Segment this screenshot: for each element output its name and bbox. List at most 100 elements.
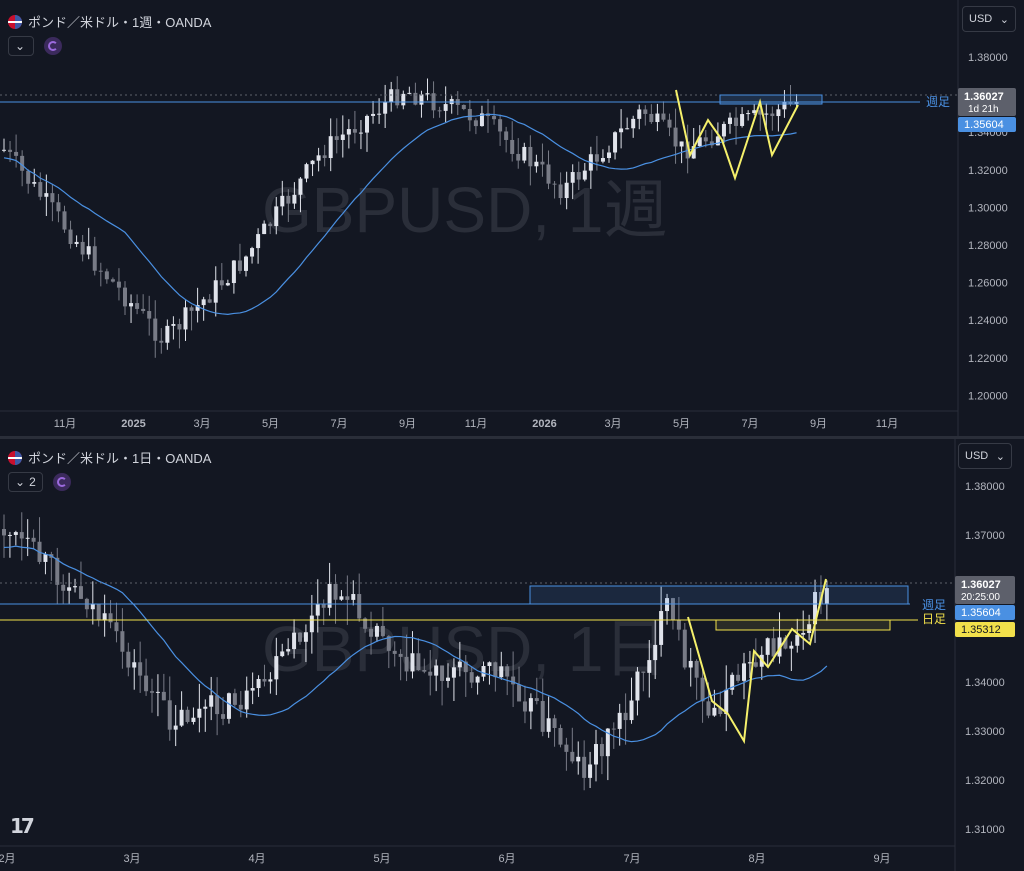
- candle-body: [667, 119, 672, 128]
- sync-icon[interactable]: [44, 37, 62, 55]
- weekly-chart-canvas[interactable]: GBPUSD, 1週1.380001.360001.340001.320001.…: [0, 0, 1024, 436]
- time-tick-label: 11月: [876, 418, 898, 430]
- candle-body: [197, 708, 202, 718]
- chevron-down-icon: ⌄: [15, 39, 26, 53]
- candle-body: [61, 584, 66, 591]
- candle-body: [292, 632, 297, 650]
- candle-body: [8, 149, 13, 152]
- time-tick-label: 8月: [748, 853, 765, 865]
- candle-body: [552, 183, 557, 185]
- candle-body: [129, 303, 134, 307]
- candle-body: [286, 195, 291, 204]
- candle-body: [237, 260, 242, 271]
- candle-body: [316, 155, 321, 161]
- price-tick-label: 1.31000: [965, 824, 1005, 836]
- daily-chart-panel[interactable]: GBPUSD, 1日1.380001.370001.360001.350001.…: [0, 439, 1024, 871]
- tradingview-logo-icon[interactable]: 17: [10, 814, 35, 838]
- candle-body: [328, 136, 333, 159]
- time-tick-label: 3月: [193, 418, 210, 430]
- candle-body: [576, 172, 581, 180]
- weekly-line-label: 週足: [926, 95, 950, 109]
- candle-body: [635, 671, 640, 701]
- candle-body: [764, 113, 769, 115]
- candle-body: [522, 146, 527, 161]
- candle-body: [504, 131, 509, 140]
- candle-body: [582, 170, 587, 180]
- candle-body: [2, 149, 6, 151]
- candle-body: [132, 662, 137, 668]
- candle-body: [740, 114, 745, 126]
- candle-body: [511, 676, 516, 685]
- candle-body: [770, 113, 775, 117]
- currency-selector[interactable]: USD ⌄: [962, 6, 1016, 32]
- candle-body: [623, 712, 628, 721]
- candle-body: [26, 170, 31, 184]
- candle-body: [422, 670, 427, 672]
- candle-body: [262, 678, 267, 682]
- candle-body: [14, 151, 19, 156]
- candle-body: [546, 718, 551, 732]
- candle-body: [389, 89, 394, 103]
- currency-selector[interactable]: USD ⌄: [958, 443, 1012, 469]
- sync-icon[interactable]: [52, 473, 71, 491]
- symbol-watermark: GBPUSD, 1週: [262, 174, 667, 246]
- candle-body: [369, 628, 374, 637]
- candle-body: [185, 709, 190, 722]
- candle-body: [419, 94, 424, 105]
- candle-body: [721, 123, 726, 137]
- currency-label: USD: [965, 450, 989, 462]
- candle-body: [225, 283, 230, 286]
- candle-body: [688, 660, 693, 668]
- candle-body: [510, 139, 515, 154]
- candle-body: [126, 651, 131, 668]
- candle-body: [540, 161, 545, 165]
- bar-countdown-label: 20:25:00: [961, 592, 1000, 603]
- time-tick-label: 11月: [54, 418, 76, 430]
- candle-body: [637, 109, 642, 119]
- candle-body: [74, 241, 79, 245]
- candle-body: [213, 280, 218, 303]
- candle-body: [492, 116, 497, 120]
- candle-body: [238, 704, 243, 710]
- time-tick-label: 4月: [248, 853, 265, 865]
- candle-body: [209, 695, 214, 707]
- candle-body: [244, 256, 248, 271]
- candle-body: [706, 701, 711, 716]
- weekly-chart-panel[interactable]: GBPUSD, 1週1.380001.360001.340001.320001.…: [0, 0, 1024, 436]
- candle-body: [473, 120, 478, 127]
- candle-body: [108, 613, 113, 623]
- candle-body: [219, 280, 224, 286]
- candle-body: [600, 158, 605, 162]
- candle-body: [147, 311, 152, 319]
- candle-body: [123, 287, 127, 307]
- candle-body: [475, 676, 480, 683]
- candle-body: [322, 155, 327, 159]
- candle-body: [203, 706, 208, 709]
- chevron-down-icon: ⌄: [15, 475, 26, 489]
- candle-body: [159, 340, 164, 343]
- time-tick-label: 2月: [0, 853, 16, 865]
- candle-body: [540, 701, 545, 732]
- candle-body: [358, 132, 363, 134]
- candle-body: [564, 182, 569, 199]
- daily-chart-canvas[interactable]: GBPUSD, 1日1.380001.370001.360001.350001.…: [0, 439, 1024, 871]
- candle-body: [771, 638, 776, 657]
- indicators-toggle-button[interactable]: ⌄ 2: [8, 472, 43, 492]
- time-tick-label: 5月: [262, 418, 279, 430]
- candle-body: [661, 113, 666, 120]
- candle-body: [534, 698, 539, 702]
- candle-body: [232, 693, 237, 705]
- candle-body: [250, 248, 255, 257]
- candle-body: [120, 631, 125, 652]
- time-tick-label: 3月: [123, 853, 140, 865]
- time-tick-label: 7月: [741, 418, 758, 430]
- candle-body: [570, 751, 575, 762]
- candle-body: [700, 677, 705, 702]
- gbpusd-flag-icon: [8, 450, 22, 465]
- candle-body: [165, 325, 170, 343]
- candle-body: [43, 554, 48, 562]
- collapse-indicators-button[interactable]: ⌄: [8, 36, 34, 56]
- candle-body: [68, 229, 73, 245]
- ma-value-label: 1.35604: [964, 119, 1004, 131]
- price-tick-label: 1.32000: [965, 775, 1005, 787]
